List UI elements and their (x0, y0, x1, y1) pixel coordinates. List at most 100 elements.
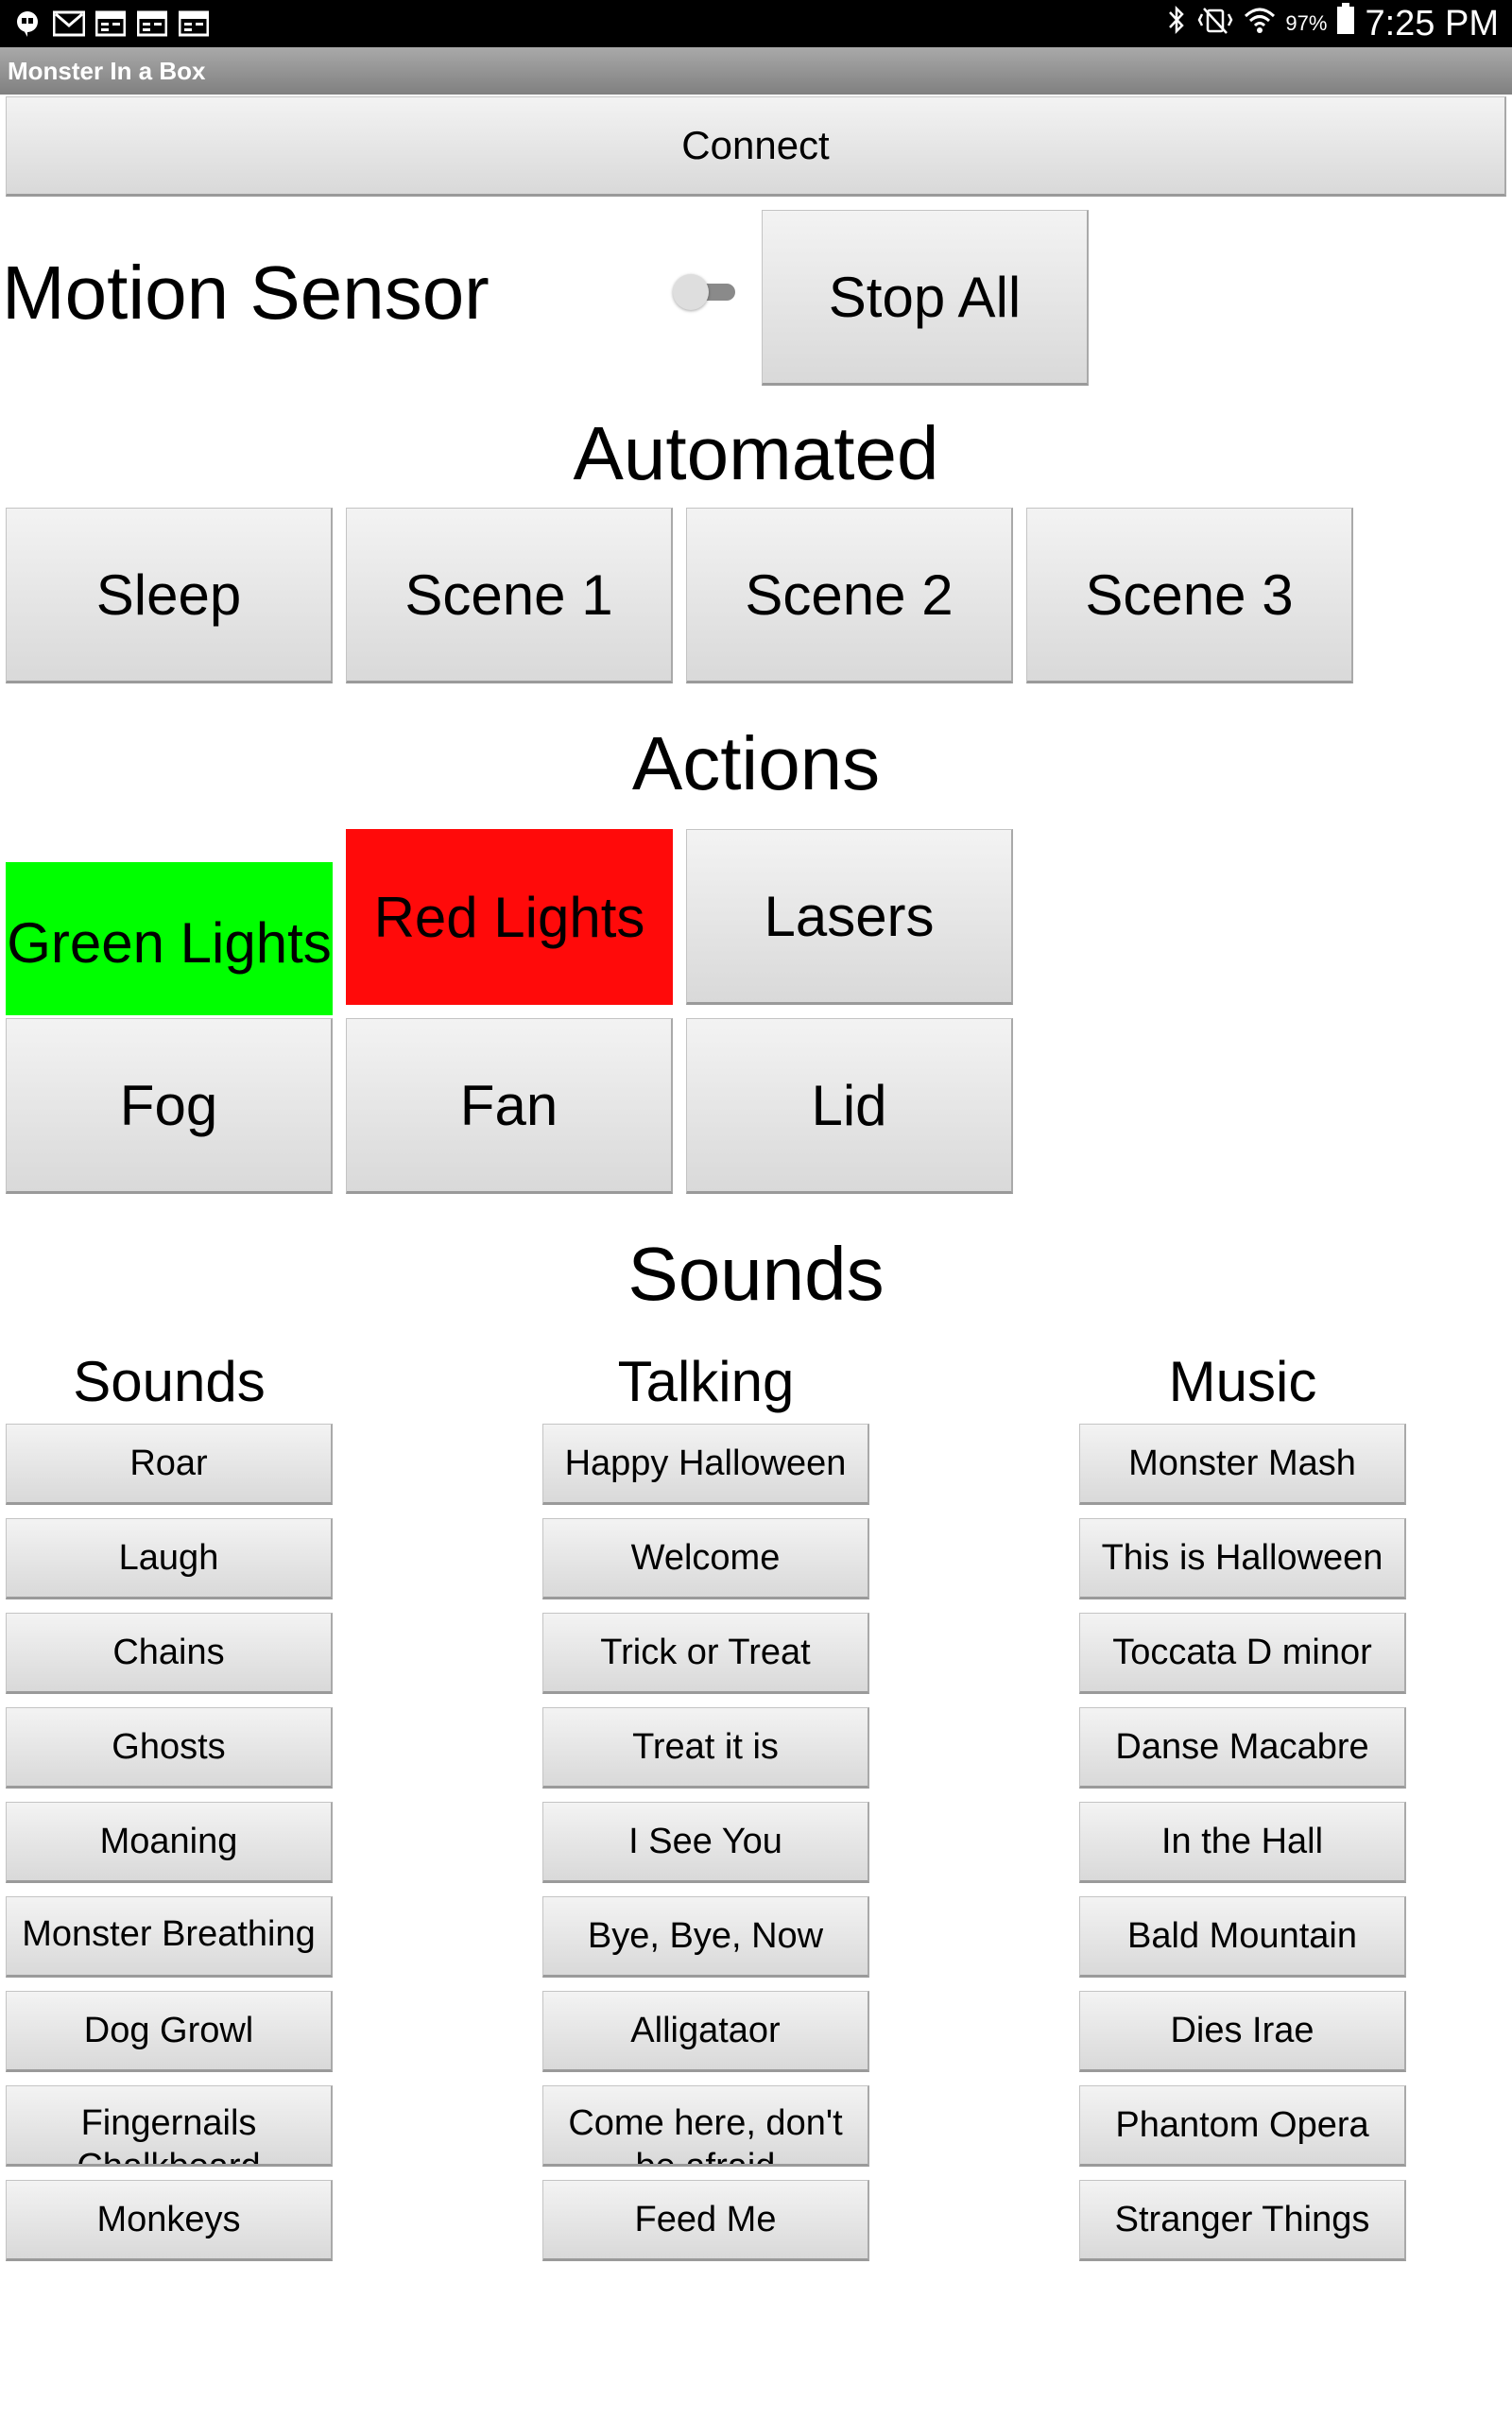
music-button-danse-macabre[interactable]: Danse Macabre (1079, 1707, 1406, 1789)
music-button-monster-mash[interactable]: Monster Mash (1079, 1424, 1406, 1505)
scene-1-button[interactable]: Scene 1 (346, 508, 673, 683)
status-right: 97% 7:25 PM (1166, 0, 1499, 47)
talking-button-label: Treat it is (632, 1726, 779, 1767)
scene-3-button[interactable]: Scene 3 (1026, 508, 1353, 683)
calendar-icon (136, 9, 168, 38)
wifi-icon (1244, 4, 1276, 44)
sound-button-fingernails[interactable]: Fingernails Chalkboard (6, 2085, 333, 2167)
music-button-bald-mountain[interactable]: Bald Mountain (1079, 1896, 1406, 1978)
talking-button-treat-it-is[interactable]: Treat it is (542, 1707, 869, 1789)
lasers-button[interactable]: Lasers (686, 829, 1013, 1005)
sound-button-label: Ghosts (112, 1726, 226, 1767)
scene-2-button[interactable]: Scene 2 (686, 508, 1013, 683)
connect-button[interactable]: Connect (6, 96, 1506, 197)
fog-label: Fog (119, 1073, 218, 1137)
talking-button-trick-or-treat[interactable]: Trick or Treat (542, 1613, 869, 1694)
talking-button-alligataor[interactable]: Alligataor (542, 1991, 869, 2072)
app-title-bar: Monster In a Box (0, 47, 1512, 95)
talking-button-come-here[interactable]: Come here, don't be afraid (542, 2085, 869, 2167)
talking-column-header: Talking (617, 1350, 795, 1413)
sounds-column-header: Sounds (73, 1350, 266, 1413)
sound-button-moaning[interactable]: Moaning (6, 1802, 333, 1883)
sound-button-laugh[interactable]: Laugh (6, 1518, 333, 1599)
music-button-in-the-hall[interactable]: In the Hall (1079, 1802, 1406, 1883)
scene-3-label: Scene 3 (1085, 562, 1294, 627)
sound-button-label: Monkeys (96, 2199, 241, 2239)
bluetooth-icon (1166, 4, 1187, 44)
sound-button-label: Roar (129, 1443, 208, 1483)
talking-button-happy-halloween[interactable]: Happy Halloween (542, 1424, 869, 1505)
sleep-label: Sleep (95, 562, 242, 627)
sound-button-monster-breathing[interactable]: Monster Breathing (6, 1896, 333, 1978)
fan-button[interactable]: Fan (346, 1018, 673, 1194)
lasers-label: Lasers (764, 884, 935, 948)
talking-button-feed-me[interactable]: Feed Me (542, 2180, 869, 2261)
green-lights-label: Green Lights (7, 911, 332, 975)
talking-button-welcome[interactable]: Welcome (542, 1518, 869, 1599)
toggle-knob (673, 274, 709, 310)
stop-all-button[interactable]: Stop All (762, 210, 1089, 386)
sound-button-label: Monster Breathing (22, 1914, 316, 1954)
music-button-toccata[interactable]: Toccata D minor (1079, 1613, 1406, 1694)
automated-heading: Automated (573, 411, 939, 495)
talking-button-label: Trick or Treat (600, 1632, 811, 1672)
battery-icon (1336, 3, 1355, 44)
music-button-label: This is Halloween (1101, 1537, 1383, 1578)
music-button-this-is-halloween[interactable]: This is Halloween (1079, 1518, 1406, 1599)
status-bar: 97% 7:25 PM (0, 0, 1512, 47)
talking-button-label: Welcome (630, 1537, 781, 1578)
sound-button-ghosts[interactable]: Ghosts (6, 1707, 333, 1789)
calendar-icon (178, 9, 210, 38)
music-button-label: Stranger Things (1114, 2199, 1370, 2239)
calendar-icon (94, 9, 127, 38)
music-button-label: Monster Mash (1128, 1443, 1356, 1483)
sound-button-label: Chains (112, 1632, 225, 1672)
music-button-label: Danse Macabre (1115, 1726, 1369, 1767)
notification-icons (11, 8, 210, 40)
sound-button-label: Laugh (118, 1537, 219, 1578)
talking-button-label: Alligataor (630, 2010, 781, 2050)
music-button-stranger-things[interactable]: Stranger Things (1079, 2180, 1406, 2261)
music-button-label: In the Hall (1160, 1821, 1324, 1861)
green-lights-button[interactable]: Green Lights (6, 862, 333, 1015)
talking-button-i-see-you[interactable]: I See You (542, 1802, 869, 1883)
motion-sensor-label: Motion Sensor (2, 251, 490, 335)
actions-heading: Actions (631, 721, 881, 805)
music-button-dies-irae[interactable]: Dies Irae (1079, 1991, 1406, 2072)
sound-button-monkeys[interactable]: Monkeys (6, 2180, 333, 2261)
sound-button-chains[interactable]: Chains (6, 1613, 333, 1694)
sound-button-label: Dog Growl (83, 2010, 254, 2050)
connect-button-label: Connect (681, 123, 830, 167)
fan-label: Fan (459, 1073, 558, 1137)
sound-button-label: Moaning (99, 1821, 238, 1861)
app-title: Monster In a Box (8, 57, 206, 85)
motion-sensor-toggle[interactable] (673, 274, 735, 310)
talking-button-label: Bye, Bye, Now (587, 1915, 824, 1956)
red-lights-label: Red Lights (373, 885, 645, 949)
scene-1-label: Scene 1 (404, 562, 613, 627)
talking-button-label: I See You (628, 1821, 782, 1861)
talking-button-bye-bye-now[interactable]: Bye, Bye, Now (542, 1896, 869, 1978)
red-lights-button[interactable]: Red Lights (346, 829, 673, 1005)
talking-button-label: Feed Me (634, 2199, 777, 2239)
sound-button-dog-growl[interactable]: Dog Growl (6, 1991, 333, 2072)
lid-label: Lid (811, 1073, 887, 1137)
scene-2-label: Scene 2 (745, 562, 954, 627)
gmail-icon (53, 9, 85, 38)
music-button-label: Toccata D minor (1112, 1632, 1372, 1672)
vibrate-icon (1196, 4, 1234, 44)
lid-button[interactable]: Lid (686, 1018, 1013, 1194)
talking-button-label: Happy Halloween (564, 1443, 847, 1483)
music-button-label: Bald Mountain (1127, 1915, 1357, 1956)
sleep-button[interactable]: Sleep (6, 508, 333, 683)
sounds-section-heading: Sounds (627, 1232, 885, 1316)
sound-button-roar[interactable]: Roar (6, 1424, 333, 1505)
music-button-phantom-opera[interactable]: Phantom Opera (1079, 2085, 1406, 2167)
music-button-label: Dies Irae (1170, 2010, 1314, 2050)
music-button-label: Phantom Opera (1115, 2104, 1369, 2145)
fog-button[interactable]: Fog (6, 1018, 333, 1194)
battery-percent: 97% (1285, 11, 1328, 35)
talking-button-label: Come here, don't be afraid (568, 2103, 843, 2167)
music-column-header: Music (1168, 1350, 1317, 1413)
hangouts-icon (11, 9, 43, 38)
